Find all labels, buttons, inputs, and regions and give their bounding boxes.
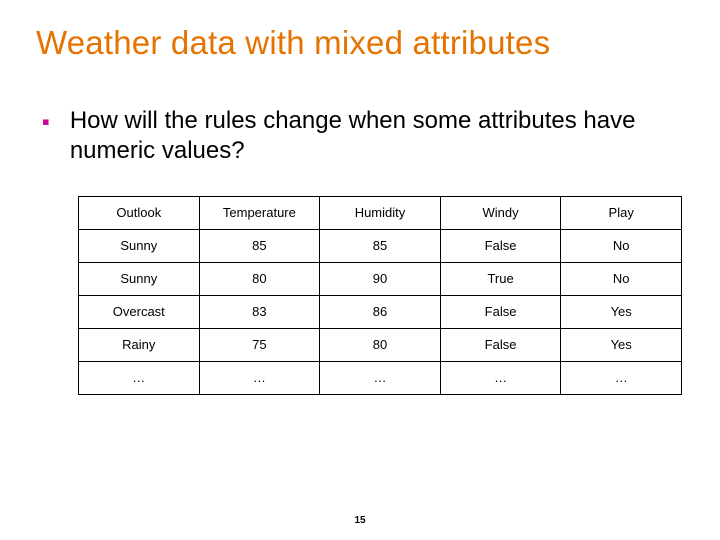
table-row: Overcast 83 86 False Yes bbox=[79, 295, 682, 328]
cell: Yes bbox=[561, 295, 682, 328]
col-outlook: Outlook bbox=[79, 196, 200, 229]
cell: 85 bbox=[320, 229, 441, 262]
cell: Overcast bbox=[79, 295, 200, 328]
cell: Sunny bbox=[79, 262, 200, 295]
cell: 80 bbox=[199, 262, 320, 295]
col-humidity: Humidity bbox=[320, 196, 441, 229]
cell: 86 bbox=[320, 295, 441, 328]
bullet-icon: ▪ bbox=[42, 108, 50, 136]
page-title: Weather data with mixed attributes bbox=[36, 24, 684, 62]
table-row: Sunny 85 85 False No bbox=[79, 229, 682, 262]
cell: 83 bbox=[199, 295, 320, 328]
col-windy: Windy bbox=[440, 196, 561, 229]
cell: True bbox=[440, 262, 561, 295]
table-row: Rainy 75 80 False Yes bbox=[79, 328, 682, 361]
cell: False bbox=[440, 295, 561, 328]
cell: Sunny bbox=[79, 229, 200, 262]
slide: Weather data with mixed attributes ▪ How… bbox=[0, 0, 720, 540]
col-temperature: Temperature bbox=[199, 196, 320, 229]
cell: … bbox=[79, 361, 200, 394]
cell: … bbox=[440, 361, 561, 394]
table-row: Sunny 80 90 True No bbox=[79, 262, 682, 295]
cell: Yes bbox=[561, 328, 682, 361]
cell: False bbox=[440, 229, 561, 262]
cell: Rainy bbox=[79, 328, 200, 361]
cell: No bbox=[561, 229, 682, 262]
cell: No bbox=[561, 262, 682, 295]
weather-table: Outlook Temperature Humidity Windy Play … bbox=[78, 196, 682, 395]
bullet-text: How will the rules change when some attr… bbox=[70, 106, 650, 166]
table-header-row: Outlook Temperature Humidity Windy Play bbox=[79, 196, 682, 229]
cell: False bbox=[440, 328, 561, 361]
cell: … bbox=[561, 361, 682, 394]
bullet-item: ▪ How will the rules change when some at… bbox=[42, 106, 684, 166]
cell: … bbox=[199, 361, 320, 394]
col-play: Play bbox=[561, 196, 682, 229]
cell: 90 bbox=[320, 262, 441, 295]
page-number: 15 bbox=[0, 515, 720, 526]
cell: 80 bbox=[320, 328, 441, 361]
cell: 85 bbox=[199, 229, 320, 262]
table-row: … … … … … bbox=[79, 361, 682, 394]
cell: 75 bbox=[199, 328, 320, 361]
cell: … bbox=[320, 361, 441, 394]
